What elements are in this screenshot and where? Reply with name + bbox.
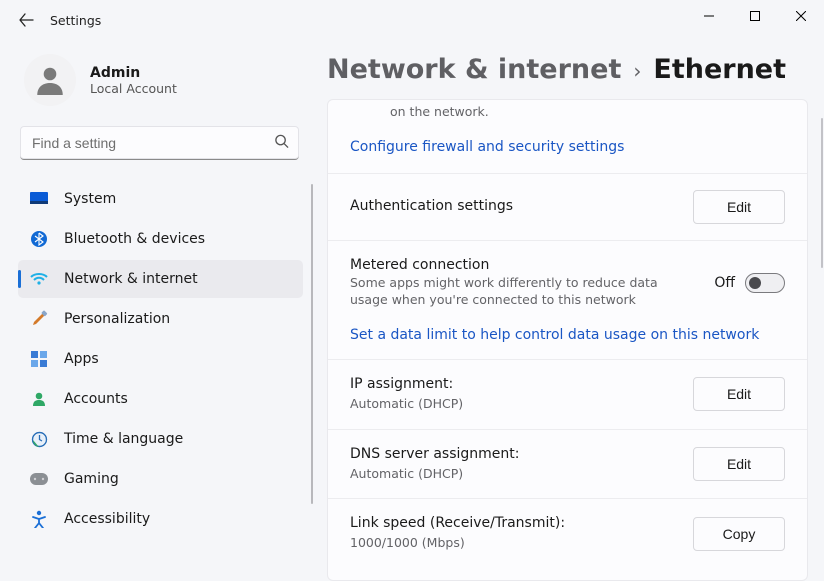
accounts-icon	[30, 390, 48, 408]
user-block[interactable]: Admin Local Account	[18, 40, 313, 124]
user-sub: Local Account	[90, 81, 177, 96]
nav-label: Accessibility	[64, 511, 150, 527]
sidebar: Admin Local Account System Bluetooth & d…	[18, 40, 313, 581]
user-name: Admin	[90, 65, 177, 81]
network-profile-section: on the network. Configure firewall and s…	[328, 100, 807, 174]
auth-label: Authentication settings	[350, 198, 675, 214]
apps-icon	[30, 350, 48, 368]
profile-fragment: on the network.	[390, 100, 785, 121]
clock-icon	[30, 430, 48, 448]
nav-label: Accounts	[64, 391, 128, 407]
window-title: Settings	[50, 13, 101, 28]
nav-label: Network & internet	[64, 271, 198, 287]
main: Network & internet › Ethernet on the net…	[313, 40, 824, 581]
minimize-icon	[704, 11, 714, 21]
ip-section: IP assignment: Automatic (DHCP) Edit	[328, 360, 807, 430]
auth-section: Authentication settings Edit	[328, 174, 807, 241]
nav-label: Apps	[64, 351, 99, 367]
arrow-left-icon	[18, 12, 34, 28]
back-button[interactable]	[16, 10, 36, 30]
wifi-icon	[30, 270, 48, 288]
nav-label: Gaming	[64, 471, 119, 487]
close-button[interactable]	[778, 0, 824, 32]
sidebar-item-system[interactable]: System	[18, 180, 303, 218]
sidebar-scrollbar[interactable]	[311, 184, 313, 504]
metered-toggle[interactable]	[745, 273, 785, 293]
nav-label: Personalization	[64, 311, 170, 327]
main-scrollbar[interactable]	[821, 118, 823, 268]
nav-label: Time & language	[64, 431, 183, 447]
avatar	[24, 54, 76, 106]
bluetooth-icon	[30, 230, 48, 248]
breadcrumb-parent[interactable]: Network & internet	[327, 54, 621, 85]
metered-toggle-wrap: Off	[714, 273, 785, 293]
dns-section: DNS server assignment: Automatic (DHCP) …	[328, 430, 807, 500]
ip-edit-button[interactable]: Edit	[693, 377, 785, 411]
dns-edit-button[interactable]: Edit	[693, 447, 785, 481]
data-limit-link[interactable]: Set a data limit to help control data us…	[350, 327, 785, 343]
sidebar-item-time[interactable]: Time & language	[18, 420, 303, 458]
speed-value: 1000/1000 (Mbps)	[350, 535, 675, 552]
nav-label: System	[64, 191, 116, 207]
sidebar-item-accounts[interactable]: Accounts	[18, 380, 303, 418]
speed-section: Link speed (Receive/Transmit): 1000/1000…	[328, 499, 807, 568]
metered-section: Metered connection Some apps might work …	[328, 241, 807, 360]
ip-label: IP assignment:	[350, 376, 675, 392]
chevron-right-icon: ›	[633, 59, 641, 83]
nav: System Bluetooth & devices Network & int…	[18, 180, 313, 581]
sidebar-item-gaming[interactable]: Gaming	[18, 460, 303, 498]
search-box	[20, 126, 299, 160]
firewall-link[interactable]: Configure firewall and security settings	[350, 139, 785, 155]
accessibility-icon	[30, 510, 48, 528]
metered-sub: Some apps might work differently to redu…	[350, 275, 696, 309]
gaming-icon	[30, 470, 48, 488]
ip-value: Automatic (DHCP)	[350, 396, 675, 413]
brush-icon	[30, 310, 48, 328]
sidebar-item-bluetooth[interactable]: Bluetooth & devices	[18, 220, 303, 258]
sidebar-item-apps[interactable]: Apps	[18, 340, 303, 378]
close-icon	[796, 11, 806, 21]
speed-label: Link speed (Receive/Transmit):	[350, 515, 675, 531]
settings-panel: on the network. Configure firewall and s…	[327, 99, 808, 581]
search-icon	[274, 134, 289, 153]
maximize-icon	[750, 11, 760, 21]
titlebar: Settings	[0, 0, 824, 40]
breadcrumb: Network & internet › Ethernet	[327, 54, 808, 99]
search-input[interactable]	[20, 126, 299, 160]
sidebar-item-accessibility[interactable]: Accessibility	[18, 500, 303, 538]
minimize-button[interactable]	[686, 0, 732, 32]
nav-label: Bluetooth & devices	[64, 231, 205, 247]
breadcrumb-current: Ethernet	[653, 54, 786, 85]
auth-edit-button[interactable]: Edit	[693, 190, 785, 224]
dns-value: Automatic (DHCP)	[350, 466, 675, 483]
dns-label: DNS server assignment:	[350, 446, 675, 462]
system-icon	[30, 190, 48, 208]
metered-toggle-label: Off	[714, 275, 735, 291]
metered-label: Metered connection	[350, 257, 696, 273]
sidebar-item-network[interactable]: Network & internet	[18, 260, 303, 298]
sidebar-item-personalization[interactable]: Personalization	[18, 300, 303, 338]
user-icon	[32, 62, 68, 98]
window-controls	[686, 0, 824, 32]
maximize-button[interactable]	[732, 0, 778, 32]
speed-copy-button[interactable]: Copy	[693, 517, 785, 551]
